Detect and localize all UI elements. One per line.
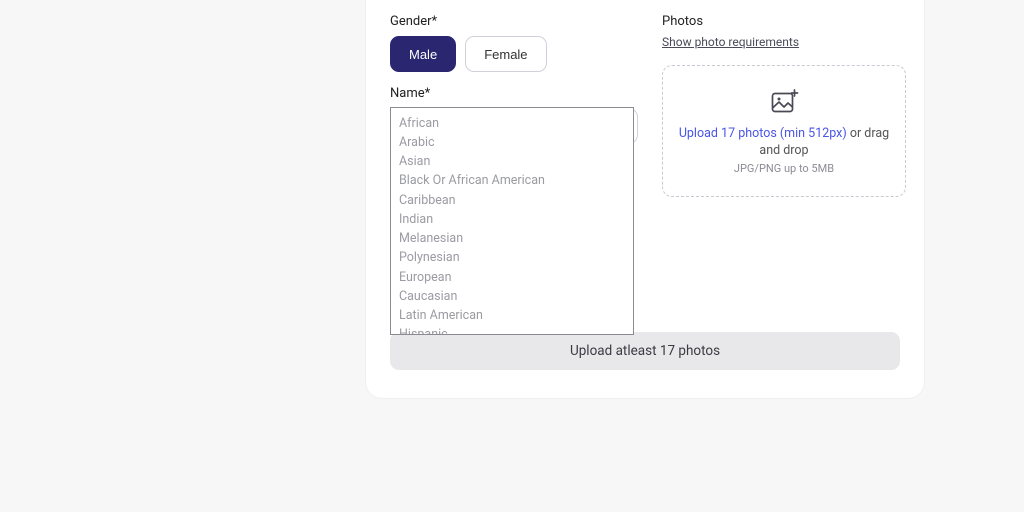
gender-male-button[interactable]: Male bbox=[390, 36, 456, 72]
gender-button-group: Male Female bbox=[390, 36, 638, 72]
ethnicity-option[interactable]: African bbox=[391, 114, 633, 133]
ethnicity-option[interactable]: Asian bbox=[391, 153, 633, 172]
ethnicity-option[interactable]: Latin American bbox=[391, 307, 633, 326]
ethnicity-option[interactable]: Caucasian bbox=[391, 287, 633, 306]
right-column: Photos Show photo requirements Upload 17… bbox=[662, 14, 906, 197]
ethnicity-option[interactable]: Black Or African American bbox=[391, 172, 633, 191]
dropzone-text: Upload 17 photos (min 512px) or drag and… bbox=[673, 126, 895, 160]
gender-label: Gender* bbox=[390, 14, 638, 29]
upload-cta-button[interactable]: Upload atleast 17 photos bbox=[390, 332, 900, 370]
photo-dropzone[interactable]: Upload 17 photos (min 512px) or drag and… bbox=[662, 65, 906, 197]
ethnicity-dropdown[interactable]: AfricanArabicAsianBlack Or African Ameri… bbox=[390, 107, 634, 335]
upload-link[interactable]: Upload 17 photos (min 512px) bbox=[679, 126, 847, 141]
ethnicity-option[interactable]: European bbox=[391, 268, 633, 287]
photo-requirements-link[interactable]: Show photo requirements bbox=[662, 35, 799, 49]
ethnicity-option[interactable]: Arabic bbox=[391, 133, 633, 152]
ethnicity-option[interactable]: Hispanic bbox=[391, 326, 633, 335]
image-upload-icon bbox=[769, 87, 799, 117]
ethnicity-option[interactable]: Polynesian bbox=[391, 249, 633, 268]
ethnicity-option[interactable]: Caribbean bbox=[391, 191, 633, 210]
name-label: Name* bbox=[390, 86, 638, 101]
dropzone-formats: JPG/PNG up to 5MB bbox=[734, 162, 834, 175]
ethnicity-option[interactable]: Melanesian bbox=[391, 230, 633, 249]
gender-female-button[interactable]: Female bbox=[465, 36, 546, 72]
photos-label: Photos bbox=[662, 14, 906, 29]
ethnicity-option[interactable]: Indian bbox=[391, 210, 633, 229]
